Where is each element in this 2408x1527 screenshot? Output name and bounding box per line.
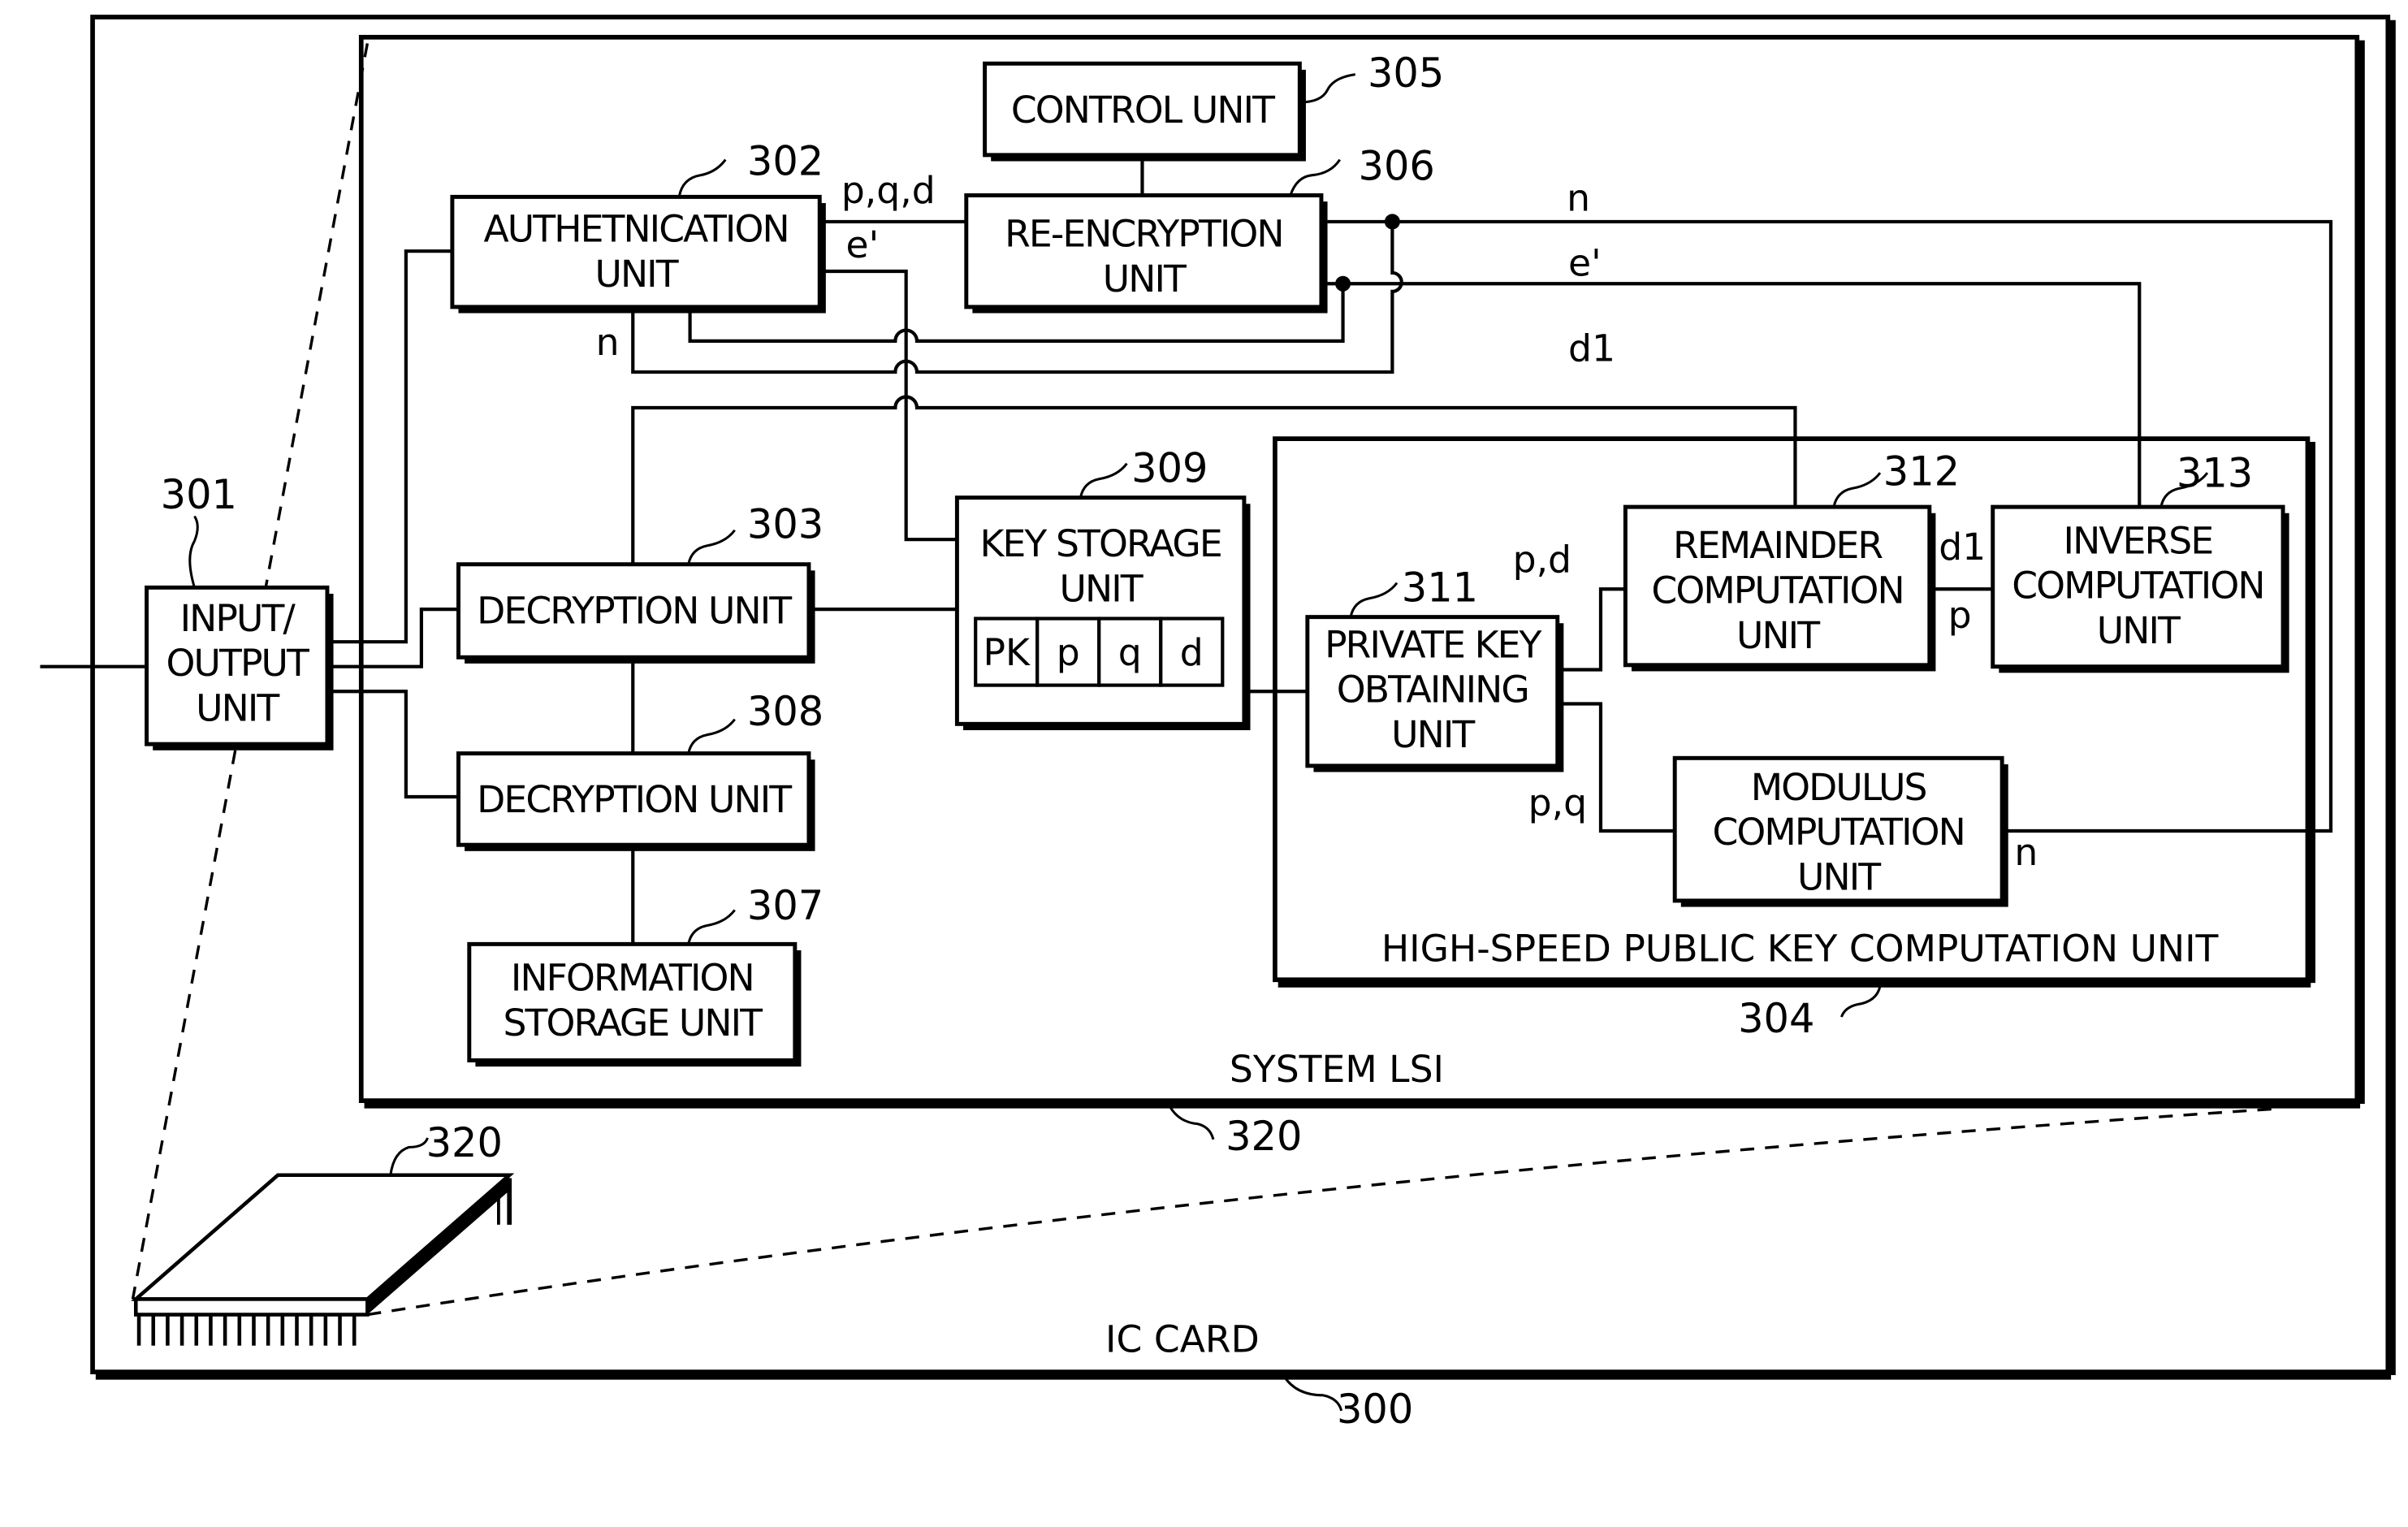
wire-io-dec303 <box>326 607 459 668</box>
signal-label-n-auth: n <box>596 321 620 364</box>
ic-card-block-diagram: IC CARD 300 SYSTEM LSI 320 320 HIGH-SPEE… <box>40 15 2396 1433</box>
junction-dot-e <box>1335 275 1351 292</box>
key-cell-label: p <box>1057 631 1080 674</box>
signal-label-n-right: n <box>1567 176 1590 219</box>
ref-leader <box>687 909 736 945</box>
ref-leader <box>1289 158 1342 196</box>
wire-auth-keystorage <box>819 269 958 542</box>
signal-label-d1-right: d1 <box>1568 327 1615 370</box>
system-lsi-leader <box>1169 1105 1215 1140</box>
key-cell-label: d <box>1180 631 1204 674</box>
signal-label-e-prime-auth: e' <box>846 223 880 266</box>
unit-label-line: DECRYPTION UNIT <box>477 778 793 821</box>
unit-label-line: AUTHETNICATION <box>483 208 788 251</box>
ref-number: 303 <box>747 500 824 547</box>
ref-number: 312 <box>1883 448 1960 495</box>
private-key-obtaining-unit: PRIVATE KEYOBTAININGUNIT 311 <box>1305 564 1564 772</box>
signal-label-pd: p,d <box>1513 538 1571 581</box>
modulus-computation-unit: MODULUSCOMPUTATIONUNIT <box>1672 755 2008 907</box>
unit-label-line: OUTPUT <box>166 642 310 685</box>
ref-number: 311 <box>1402 564 1478 611</box>
ref-leader <box>1832 472 1882 508</box>
unit-label-line: UNIT <box>2097 609 2181 652</box>
ref-number: 309 <box>1131 444 1208 491</box>
signal-label-pq: p,q <box>1528 781 1587 824</box>
unit-label-line: INPUT/ <box>180 597 296 640</box>
wire-reenc-e-prime <box>1321 282 2142 508</box>
ref-number: 301 <box>161 471 237 518</box>
ref-leader <box>1349 582 1399 617</box>
ic-card-leader <box>1283 1375 1343 1412</box>
wire-io-auth <box>326 249 452 644</box>
ic-card-ref: 300 <box>1337 1386 1413 1433</box>
key-cell-label: q <box>1118 631 1142 674</box>
ref-leader <box>1299 73 1355 104</box>
unit-label-line: REMAINDER <box>1673 524 1883 567</box>
signal-label-p-remainder: p <box>1948 594 1972 637</box>
re-encryption-unit: RE-ENCRYPTIONUNIT 306 <box>964 142 1435 314</box>
key-storage-cells: PK p q d <box>974 616 1225 687</box>
unit-label-line: UNIT <box>1797 855 1882 898</box>
unit-label-line: COMPUTATION <box>1712 811 1964 854</box>
unit-label-line: UNIT <box>1391 713 1476 756</box>
high-speed-unit-label: HIGH-SPEED PUBLIC KEY COMPUTATION UNIT <box>1381 927 2220 970</box>
ref-leader <box>687 529 736 565</box>
ref-number: 305 <box>1368 50 1444 97</box>
unit-label-line: STORAGE UNIT <box>504 1001 764 1045</box>
ref-number: 306 <box>1359 142 1435 189</box>
unit-label-line: RE-ENCRYPTION <box>1005 212 1282 255</box>
ref-number: 307 <box>747 882 824 929</box>
unit-label-line: COMPUTATION <box>2012 565 2263 608</box>
wire-pko-remainder <box>1557 587 1626 672</box>
signal-label-pqd: p,q,d <box>841 169 936 212</box>
ref-leader <box>687 718 736 754</box>
chip-icon <box>131 1173 515 1346</box>
unit-label-line: INVERSE <box>2064 519 2213 562</box>
unit-label-line: INFORMATION <box>511 957 754 1000</box>
information-storage-unit: INFORMATIONSTORAGE UNIT 307 <box>467 882 824 1067</box>
signal-label-n-modulus: n <box>2014 831 2038 874</box>
decryption-303-unit: DECRYPTION UNIT 303 <box>456 500 824 664</box>
authentication-unit: AUTHETNICATIONUNIT 302 <box>450 138 826 314</box>
input-output-unit: INPUT/OUTPUTUNIT 301 <box>145 471 334 751</box>
chip-leader <box>389 1137 429 1175</box>
remainder-computation-unit: REMAINDERCOMPUTATIONUNIT 312 <box>1623 448 1960 672</box>
unit-label-line: KEY STORAGE <box>980 522 1221 565</box>
unit-label-line: UNIT <box>1060 567 1144 610</box>
unit-label-line: UNIT <box>1103 257 1187 301</box>
projection-line-bottom <box>367 1106 2282 1317</box>
unit-label-line: UNIT <box>594 253 679 296</box>
ref-leader <box>188 515 199 588</box>
unit-label-line: COMPUTATION <box>1651 569 1903 612</box>
ref-leader <box>677 158 727 197</box>
unit-label-line: CONTROL UNIT <box>1011 89 1276 132</box>
system-lsi-label: SYSTEM LSI <box>1230 1048 1444 1091</box>
signal-label-d1-remainder: d1 <box>1939 526 1986 569</box>
unit-label-line: PRIVATE KEY <box>1325 623 1541 666</box>
ref-number: 313 <box>2177 449 2253 496</box>
high-speed-unit-ref: 304 <box>1738 995 1814 1042</box>
ref-number: 308 <box>747 688 824 735</box>
key-storage-unit: KEY STORAGEUNIT 309 <box>954 444 1251 730</box>
unit-label-line: UNIT <box>196 686 280 729</box>
ref-number: 302 <box>747 138 824 185</box>
decryption-308-unit: DECRYPTION UNIT 308 <box>456 688 824 851</box>
unit-label-line: UNIT <box>1736 614 1821 657</box>
high-speed-unit-leader <box>1840 985 1882 1018</box>
chip-ref: 320 <box>426 1119 503 1166</box>
unit-label-line: MODULUS <box>1751 766 1926 809</box>
key-cell-label: PK <box>984 631 1031 674</box>
wire-io-dec308 <box>326 690 459 799</box>
signal-label-e-prime-right: e' <box>1568 242 1602 285</box>
unit-label-line: DECRYPTION UNIT <box>477 589 793 632</box>
unit-label-line: OBTAINING <box>1337 668 1528 712</box>
ref-leader <box>1079 462 1128 499</box>
junction-dot-n <box>1384 214 1400 230</box>
system-lsi-ref: 320 <box>1226 1113 1302 1160</box>
ic-card-label: IC CARD <box>1105 1317 1260 1360</box>
